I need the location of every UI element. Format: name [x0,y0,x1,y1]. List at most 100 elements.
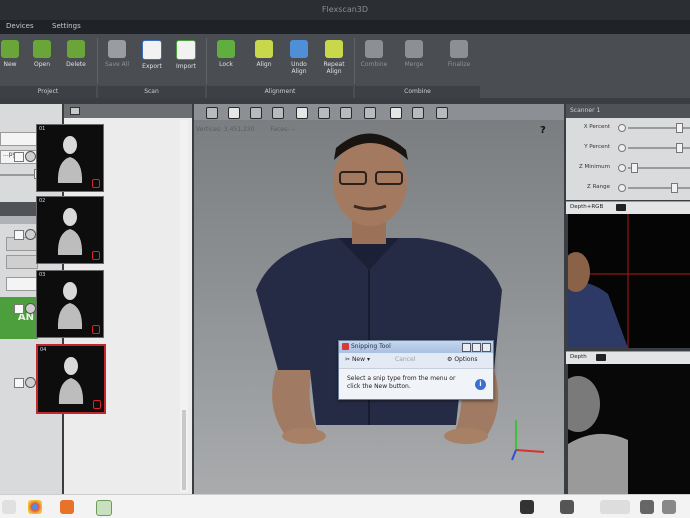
new-project-button[interactable]: New [0,40,24,68]
folder-open-icon [33,40,51,58]
bust-preview-icon [57,208,83,255]
slider-reset-icon[interactable] [618,124,626,132]
scan-visible-checkbox[interactable] [14,378,24,388]
bust-preview-icon [58,357,84,404]
undo-align-icon [290,40,308,58]
list-options-icon[interactable] [70,107,80,115]
delete-project-button[interactable]: Delete [62,40,90,68]
repeat-align-button[interactable]: Repeat Align [320,40,348,75]
scissors-icon [342,343,349,350]
snip-toolbar: ✂ New ▾ Cancel ⚙ Options [339,353,493,369]
scan-thumbnail[interactable]: 02 [36,196,104,264]
spin-field-3[interactable] [6,277,38,291]
slider-thumb[interactable] [676,123,684,133]
chrome-icon[interactable] [28,500,42,514]
finalize-button[interactable]: Finalize [445,40,473,68]
visibility-icon[interactable] [25,229,36,240]
slider-thumb[interactable] [676,143,684,153]
group-label-project: Project [0,86,96,98]
save-icon [108,40,126,58]
copy-icon[interactable] [340,107,352,119]
visibility-icon[interactable] [25,151,36,162]
spin-field-2[interactable] [6,255,38,269]
select-icon[interactable] [296,107,308,119]
z-range-slider[interactable] [628,187,690,189]
scan-thumbnail-selected[interactable]: 04 [36,344,106,414]
lock-icon[interactable] [93,400,101,409]
slider-thumb[interactable] [630,163,638,173]
rotate-icon[interactable] [272,107,284,119]
new-snip-button[interactable]: ✂ New ▾ [345,356,370,363]
options-button[interactable]: ⚙ Options [447,356,477,363]
target-icon[interactable] [206,107,218,119]
slider-reset-icon[interactable] [618,144,626,152]
slider-reset-icon[interactable] [618,164,626,172]
ribbon-toolbar: New Open Delete Save All Export Import L… [0,34,690,98]
snipping-tool-dialog: Snipping Tool ✂ New ▾ Cancel ⚙ Options S… [338,340,494,400]
pan-icon[interactable] [250,107,262,119]
lock-icon[interactable] [92,251,100,260]
flexscan-app-icon[interactable] [96,500,112,516]
tray-app-icon[interactable] [640,500,654,514]
slider-label: Y Percent [584,144,610,150]
slider-label: Z Minimum [578,164,610,170]
export-button[interactable]: Export [138,40,166,70]
scan-visible-checkbox[interactable] [14,230,24,240]
3d-viewport[interactable] [194,120,564,494]
zoom-fit-icon[interactable] [228,107,240,119]
undo-align-button[interactable]: Undo Align [285,40,313,75]
merge-button[interactable]: Merge [400,40,428,68]
start-icon[interactable] [2,500,16,514]
menu-settings[interactable]: Settings [52,22,81,30]
camera-icon[interactable] [596,354,606,361]
save-all-button[interactable]: Save All [103,40,131,68]
lock-button[interactable]: Lock [212,40,240,68]
visibility-icon[interactable] [25,303,36,314]
snip-instructions: Select a snip type from the menu or clic… [347,375,456,390]
scan-thumbnail[interactable]: 01 [36,124,104,192]
scrollbar-thumb[interactable] [182,410,186,490]
combine-icon [365,40,383,58]
lock-icon[interactable] [92,325,100,334]
firefox-icon[interactable] [60,500,74,514]
group-label-combine: Combine [355,86,480,98]
align-button[interactable]: Align [250,40,278,68]
tray-app-icon[interactable] [520,500,534,514]
window-title-bar: Flexscan3D [0,0,690,20]
scan-visible-checkbox[interactable] [14,152,24,162]
depth-view-header: Depth [566,351,690,364]
lasso-icon[interactable] [318,107,330,119]
tray-app-icon[interactable] [560,500,574,514]
scan-visible-checkbox[interactable] [14,304,24,314]
slider-reset-icon[interactable] [618,184,626,192]
import-button[interactable]: Import [172,40,200,70]
lock-icon[interactable] [92,179,100,188]
help-icon[interactable]: ? [540,125,546,136]
scan-thumbnail[interactable]: 03 [36,270,104,338]
tray-icons[interactable] [600,500,630,514]
open-project-button[interactable]: Open [28,40,56,68]
combine-button[interactable]: Combine [360,40,388,68]
rgb-view-header: Depth+RGB [566,201,690,214]
scanner-title: Scanner 1 [570,107,601,114]
cancel-button[interactable]: Cancel [395,356,415,363]
tray-app-icon[interactable] [662,500,676,514]
camera-icon[interactable] [616,204,626,211]
reset-view-icon[interactable] [364,107,376,119]
play-icon[interactable] [390,107,402,119]
merge-icon [405,40,423,58]
info-icon: i [475,379,486,390]
scanner-sliders: X Percent Y Percent Z Minimum Z Range [566,118,690,200]
slider-thumb[interactable] [670,183,678,193]
minimize-icon[interactable] [462,343,471,352]
scanner-panel-header: Scanner 1 [566,104,690,118]
align-icon [255,40,273,58]
maximize-icon[interactable] [472,343,481,352]
scanned-person-model [256,133,545,461]
depth-camera-view [568,364,690,494]
visibility-icon[interactable] [25,377,36,388]
square-icon[interactable] [412,107,424,119]
close-icon[interactable] [482,343,491,352]
crosshair-icon[interactable] [436,107,448,119]
menu-devices[interactable]: Devices [6,22,34,30]
